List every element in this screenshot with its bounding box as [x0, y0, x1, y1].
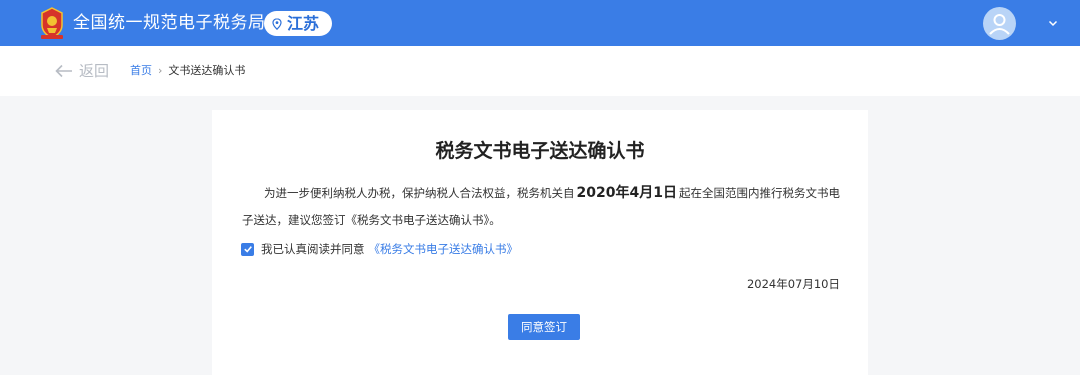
location-pin-icon [272, 17, 282, 30]
back-label: 返回 [79, 62, 110, 80]
agree-sign-button[interactable]: 同意签订 [508, 314, 580, 340]
breadcrumb-current: 文书送达确认书 [168, 64, 246, 77]
document-link[interactable]: 《税务文书电子送达确认书》 [369, 241, 519, 257]
document-date: 2024年07月10日 [746, 277, 840, 291]
agreement-row: 我已认真阅读并同意 《税务文书电子送达确认书》 [241, 241, 518, 257]
chevron-down-icon[interactable] [1046, 16, 1060, 30]
top-header-bar: 全国统一规范电子税务局 江苏 [0, 0, 1080, 46]
breadcrumb: 首页 › 文书送达确认书 [130, 64, 245, 78]
tax-emblem-logo [41, 7, 63, 39]
breadcrumb-separator: › [158, 64, 163, 77]
nav-bar: 返回 首页 › 文书送达确认书 [0, 46, 1080, 96]
breadcrumb-home-link[interactable]: 首页 [130, 64, 152, 78]
agree-checkbox[interactable] [241, 242, 254, 256]
confirmation-card: 税务文书电子送达确认书 为进一步便利纳税人办税，保护纳税人合法权益，税务机关自 2… [212, 110, 868, 375]
arrow-left-icon [55, 64, 72, 78]
document-title: 税务文书电子送达确认书 [435, 140, 645, 162]
checkmark-icon [243, 246, 252, 253]
paragraph-text-start: 为进一步便利纳税人办税，保护纳税人合法权益，税务机关自 [264, 186, 575, 200]
region-label: 江苏 [287, 14, 320, 33]
user-avatar[interactable] [983, 7, 1016, 40]
back-button[interactable]: 返回 [55, 61, 109, 81]
site-title: 全国统一规范电子税务局 [73, 13, 266, 33]
document-paragraph: 为进一步便利纳税人办税，保护纳税人合法权益，税务机关自 2020年4月1日 起在全国… [242, 180, 842, 234]
effective-date-highlight: 2020年4月1日 [576, 185, 677, 201]
region-selector[interactable]: 江苏 [264, 11, 332, 36]
user-icon [989, 14, 1010, 35]
agree-label: 我已认真阅读并同意 [261, 242, 365, 256]
